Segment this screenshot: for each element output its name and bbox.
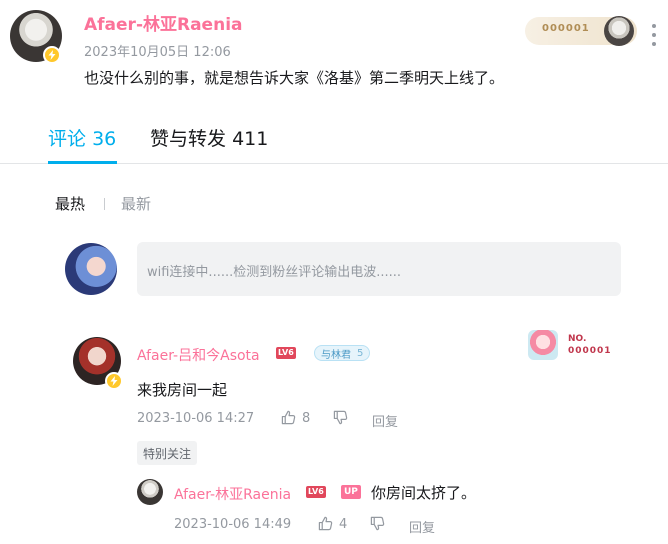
verified-icon bbox=[105, 372, 123, 390]
reply-button[interactable]: 回复 bbox=[372, 411, 398, 430]
post-author-name[interactable]: Afaer-林亚Raenia bbox=[84, 10, 243, 35]
decoration-card-image[interactable] bbox=[528, 330, 558, 360]
sort-hot-button[interactable]: 最热 bbox=[55, 193, 85, 214]
level-badge: LV6 bbox=[306, 486, 326, 498]
reply-author-avatar[interactable] bbox=[137, 479, 163, 505]
current-user-avatar bbox=[65, 243, 117, 295]
fan-card-number: 000001 bbox=[542, 23, 590, 34]
decoration-card-prefix: NO. bbox=[568, 334, 587, 344]
post-content: 也没什么别的事，就是想告诉大家《洛基》第二季明天上线了。 bbox=[84, 69, 505, 87]
comment-input-placeholder: wifi连接中......检测到粉丝评论输出电波...... bbox=[147, 265, 402, 280]
like-icon[interactable] bbox=[318, 516, 333, 535]
like-count: 8 bbox=[302, 411, 311, 426]
like-icon[interactable] bbox=[281, 410, 296, 429]
uploader-tag: UP bbox=[341, 485, 361, 499]
sort-divider bbox=[104, 198, 105, 210]
dislike-icon[interactable] bbox=[370, 516, 385, 535]
fan-medal-name: 与林君 bbox=[321, 349, 351, 361]
tab-comments[interactable]: 评论 36 bbox=[48, 124, 116, 151]
tab-reposts-label: 赞与转发 bbox=[150, 128, 227, 150]
comment-text: 来我房间一起 bbox=[137, 381, 228, 399]
verified-icon bbox=[43, 46, 61, 64]
comment-author-name[interactable]: Afaer-吕和今Asota bbox=[137, 345, 260, 365]
like-count: 4 bbox=[339, 517, 348, 532]
tab-comments-count: 36 bbox=[92, 128, 117, 150]
tab-comments-label: 评论 bbox=[48, 128, 87, 150]
fan-card-avatar bbox=[604, 16, 634, 46]
dislike-icon[interactable] bbox=[333, 410, 348, 429]
reply-author-name[interactable]: Afaer-林亚Raenia bbox=[174, 484, 291, 504]
comment-timestamp: 2023-10-06 14:27 bbox=[137, 411, 255, 426]
tab-likes-reposts[interactable]: 赞与转发 411 bbox=[150, 124, 268, 151]
reply-text: 你房间太挤了。 bbox=[371, 484, 477, 502]
fan-medal-level: 5 bbox=[357, 347, 364, 359]
reply-timestamp: 2023-10-06 14:49 bbox=[174, 517, 292, 532]
special-follow-tag: 特别关注 bbox=[137, 441, 198, 465]
more-options-icon[interactable] bbox=[650, 24, 658, 46]
active-tab-indicator bbox=[48, 161, 117, 164]
reply-button[interactable]: 回复 bbox=[409, 517, 435, 536]
fan-medal[interactable]: 与林君 5 bbox=[314, 345, 371, 361]
post-timestamp: 2023年10月05日 12:06 bbox=[84, 45, 231, 60]
tab-reposts-count: 411 bbox=[232, 128, 269, 150]
sort-new-button[interactable]: 最新 bbox=[121, 193, 151, 214]
level-badge: LV6 bbox=[276, 347, 296, 359]
decoration-card-number: 000001 bbox=[568, 346, 612, 356]
